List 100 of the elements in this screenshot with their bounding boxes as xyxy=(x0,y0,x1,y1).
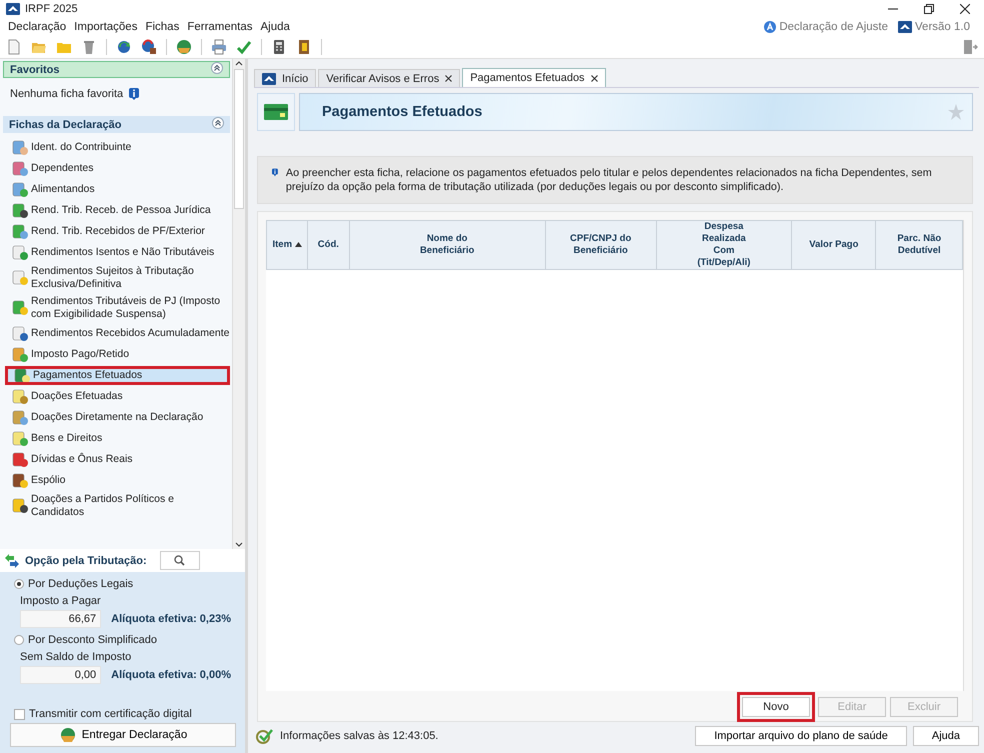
column-header[interactable]: CPF/CNPJ do Beneficiário xyxy=(545,220,656,270)
checkbox-label: Transmitir com certificação digital xyxy=(29,708,192,720)
sidebar-item[interactable]: Rend. Trib. Recebidos de PF/Exterior xyxy=(3,222,230,241)
menu-item[interactable]: Ajuda xyxy=(256,21,294,33)
column-header[interactable]: Parc. Não Dedutível xyxy=(876,220,962,270)
sidebar-item[interactable]: Dependentes xyxy=(3,159,230,178)
menu-item[interactable]: Importações xyxy=(70,21,142,33)
collapse-icon[interactable] xyxy=(212,117,224,129)
status-text: Informações salvas às 12:43:05. xyxy=(280,730,440,742)
form-icon xyxy=(11,224,29,240)
column-header[interactable]: Despesa Realizada Com (Tit/Dep/Ali) xyxy=(656,220,792,270)
help-book-icon[interactable] xyxy=(296,39,312,55)
window-title: IRPF 2025 xyxy=(25,3,79,15)
column-header[interactable]: Nome do Beneficiário xyxy=(349,220,546,270)
sidebar-item[interactable]: Bens e Direitos xyxy=(3,429,230,448)
form-icon xyxy=(11,346,29,362)
form-icon xyxy=(11,388,29,404)
swap-arrows-icon xyxy=(4,554,20,568)
effective-rate: Alíquota efetiva: 0,23% xyxy=(111,613,231,625)
close-icon[interactable] xyxy=(960,4,970,14)
payment-card-icon xyxy=(264,104,288,120)
sidebar-item[interactable]: Rendimentos Sujeitos à Tributação Exclusiva/Definitiva xyxy=(3,264,230,292)
menu-item[interactable]: Ferramentas xyxy=(183,21,257,33)
radio-label: Por Deduções Legais xyxy=(28,578,134,590)
check-icon[interactable] xyxy=(236,39,252,55)
effective-rate: Alíquota efetiva: 0,00% xyxy=(111,669,231,681)
globe-package-icon[interactable] xyxy=(176,39,192,55)
radio-button[interactable] xyxy=(14,635,24,645)
header-label: Versão 1.0 xyxy=(915,21,970,33)
star-icon[interactable] xyxy=(948,104,964,120)
sidebar-item[interactable]: Imposto Pago/Retido xyxy=(3,345,230,364)
amount-field: 66,67 xyxy=(20,610,102,628)
empty-favorites-text: Nenhuma ficha favorita xyxy=(10,88,124,100)
home-logo-icon xyxy=(262,72,276,84)
printer-icon[interactable] xyxy=(211,39,227,55)
form-icon xyxy=(11,472,29,488)
search-icon xyxy=(174,555,186,566)
scroll-down-icon[interactable] xyxy=(235,541,243,549)
sidebar-item[interactable]: Rendimentos Tributáveis de PJ (Imposto com Exigibilidade Suspensa) xyxy=(3,294,230,322)
column-header[interactable]: Item xyxy=(266,220,308,270)
collapse-icon[interactable] xyxy=(211,62,223,74)
menu-item[interactable]: Fichas xyxy=(141,21,184,33)
close-icon[interactable] xyxy=(445,75,452,82)
form-icon xyxy=(11,182,29,198)
page-title: Pagamentos Efetuados xyxy=(322,104,482,120)
form-icon xyxy=(11,430,29,446)
info-icon xyxy=(272,166,278,179)
amount-field: 0,00 xyxy=(20,666,102,684)
sidebar-item[interactable]: Doações Efetuadas xyxy=(3,387,230,406)
tab[interactable]: Verificar Avisos e Erros xyxy=(318,69,460,87)
sidebar-item[interactable]: Rend. Trib. Receb. de Pessoa Jurídica xyxy=(3,201,230,220)
sidebar-item[interactable]: Espólio xyxy=(3,471,230,490)
sidebar-item[interactable]: Dívidas e Ônus Reais xyxy=(3,450,230,469)
app-logo-icon xyxy=(6,3,20,15)
globe-document-icon[interactable] xyxy=(141,39,157,55)
scroll-up-icon[interactable] xyxy=(235,59,243,67)
scroll-thumb[interactable] xyxy=(234,69,244,209)
trash-icon[interactable] xyxy=(81,39,97,55)
radio-button[interactable] xyxy=(14,579,24,589)
deliver-button[interactable]: Entregar Declaração xyxy=(10,723,236,747)
form-icon xyxy=(11,270,29,286)
sidebar-item[interactable]: Alimentandos xyxy=(3,180,230,199)
form-icon xyxy=(11,326,29,342)
form-icon xyxy=(11,452,29,468)
form-icon xyxy=(11,160,29,176)
column-header[interactable]: Valor Pago xyxy=(792,220,876,270)
sidebar-item[interactable]: Pagamentos Efetuados xyxy=(5,366,230,385)
favorites-header[interactable]: Favoritos xyxy=(3,61,230,78)
form-icon xyxy=(11,244,29,260)
calculator-icon[interactable] xyxy=(271,39,287,55)
form-icon xyxy=(11,202,29,218)
checkbox[interactable] xyxy=(14,708,25,720)
sidebar-item[interactable]: Rendimentos Isentos e Não Tributáveis xyxy=(3,243,230,262)
info-icon xyxy=(129,88,140,100)
info-text: Ao preencher esta ficha, relacione os pagamentos efetuados pelo titular e pelos dependentes relacionados na ficha Dependentes, sem prejuízo da opção pela forma de tributação utilizada (por deduções legais ou por desconto simplificado). xyxy=(286,166,933,194)
check-save-icon xyxy=(256,728,274,744)
footer-button[interactable]: Ajuda xyxy=(912,726,979,746)
tab[interactable]: Início xyxy=(254,69,316,87)
section-title: Opção pela Tributação: xyxy=(25,554,147,566)
new-document-icon[interactable] xyxy=(6,39,22,55)
search-button[interactable] xyxy=(160,551,200,570)
sidebar-item[interactable]: Ident. do Contribuinte xyxy=(3,138,230,157)
close-icon[interactable] xyxy=(590,74,598,82)
restore-icon[interactable] xyxy=(924,4,934,14)
section-header[interactable]: Fichas da Declaração xyxy=(3,116,230,133)
scrollbar[interactable] xyxy=(232,59,245,549)
sidebar-item[interactable]: Doações a Partidos Políticos e Candidatos xyxy=(3,492,230,520)
form-icon xyxy=(11,410,29,426)
tab[interactable]: Pagamentos Efetuados xyxy=(462,68,606,87)
field-label: Imposto a Pagar xyxy=(19,594,102,607)
header-label: Declaração de Ajuste xyxy=(779,21,888,33)
form-icon xyxy=(11,140,29,156)
sidebar-item[interactable]: Doações Diretamente na Declaração xyxy=(3,408,230,427)
column-header[interactable]: Cód. xyxy=(308,220,350,270)
footer-button[interactable]: Importar arquivo do plano de saúde xyxy=(695,726,907,746)
exit-door-icon[interactable] xyxy=(962,39,978,55)
field-label: Sem Saldo de Imposto xyxy=(19,650,132,663)
radio-label: Por Desconto Simplificado xyxy=(28,634,158,646)
sidebar-item[interactable]: Rendimentos Recebidos Acumuladamente xyxy=(3,324,230,343)
menu-item[interactable]: Declaração xyxy=(4,21,70,33)
